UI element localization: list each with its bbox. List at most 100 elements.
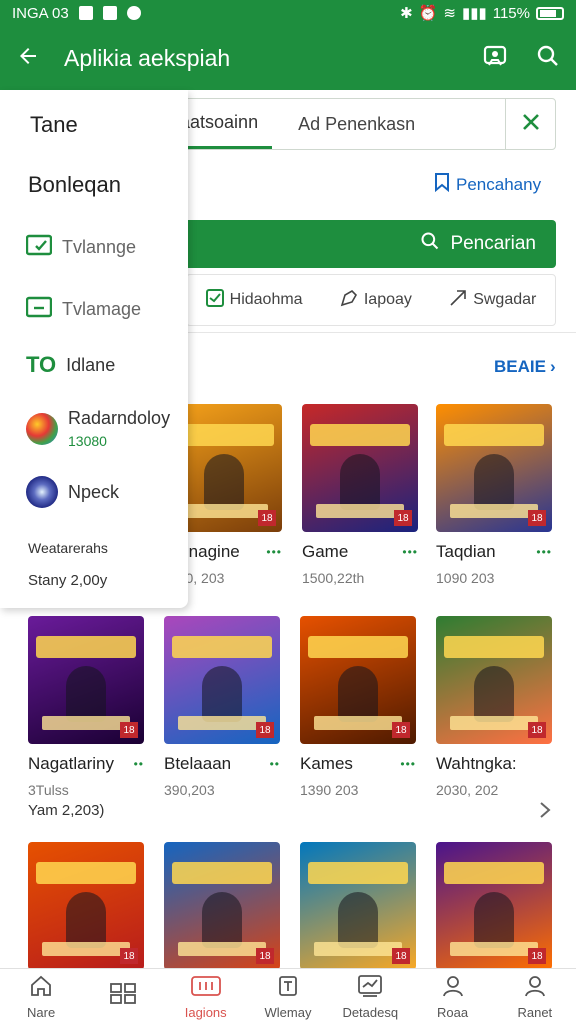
bottom-nav: Nare Iagions Wlemay Detadesq Roaa Ranet bbox=[0, 968, 576, 1024]
nav-label: Nare bbox=[27, 1004, 56, 1020]
notification-icon bbox=[78, 6, 93, 20]
game-art: 18 bbox=[436, 616, 552, 744]
filter-chip-hidaohma[interactable]: Hidaohma bbox=[205, 288, 303, 312]
age-rating: 18 bbox=[528, 948, 546, 964]
nav-label: Iagions bbox=[184, 1004, 227, 1020]
game-card[interactable]: 18 bbox=[164, 842, 280, 970]
filter-row: Hidaohma Iapoay Swgadar bbox=[186, 274, 556, 326]
drawer-item-idlane[interactable]: TO Idlane bbox=[26, 352, 115, 378]
drawer-item-radarndoloy[interactable]: Radarndoloy 13080 bbox=[26, 408, 170, 449]
age-rating: 18 bbox=[258, 510, 276, 526]
games-icon bbox=[190, 974, 222, 1001]
age-rating: 18 bbox=[120, 948, 138, 964]
age-rating: 18 bbox=[256, 722, 274, 738]
pencahany-label: Pencahany bbox=[456, 174, 542, 194]
chevron-right-icon[interactable] bbox=[538, 800, 552, 825]
search-icon bbox=[420, 231, 440, 257]
game-card[interactable]: 18 Taqdian ••• 1090 203 bbox=[436, 404, 552, 586]
game-card[interactable]: 18 Wahtngka: 2030, 202 bbox=[436, 616, 552, 798]
filter-chip-swgadar[interactable]: Swgadar bbox=[449, 289, 536, 312]
tag-icon bbox=[340, 289, 358, 312]
game-card[interactable]: 18 bbox=[436, 842, 552, 970]
side-drawer: Tane Bonleqan Tvlannge Tvlamage TO Idlan… bbox=[0, 90, 188, 608]
drawer-footer-value: Stany 2,00y bbox=[28, 572, 108, 589]
game-card[interactable]: 18 bbox=[28, 842, 144, 970]
notification-icon bbox=[102, 6, 117, 20]
window-icon bbox=[25, 296, 53, 323]
nav-item-roaa[interactable]: Roaa bbox=[411, 969, 493, 1024]
grid-icon bbox=[109, 981, 137, 1008]
chart-icon bbox=[357, 974, 383, 1001]
more-icon[interactable]: ••• bbox=[266, 545, 282, 559]
age-rating: 18 bbox=[392, 722, 410, 738]
tab-penenkasn[interactable]: Ad Penenkasn bbox=[272, 114, 441, 135]
status-time: INGA 03 bbox=[12, 4, 69, 22]
nav-item-detadesq[interactable]: Detadesq bbox=[329, 969, 411, 1024]
search-icon[interactable] bbox=[536, 44, 560, 73]
book-icon bbox=[276, 974, 300, 1001]
game-card[interactable]: 18 Kames ••• 1390 203 bbox=[300, 616, 416, 798]
game-art: 18 bbox=[436, 842, 552, 970]
more-icon[interactable]: •• bbox=[270, 757, 280, 771]
close-button[interactable] bbox=[505, 99, 555, 149]
nav-label: Detadesq bbox=[342, 1004, 399, 1020]
home-icon bbox=[29, 974, 53, 1001]
drawer-item-label: Tvlannge bbox=[62, 237, 137, 257]
nav-item-iagions-top[interactable] bbox=[82, 969, 164, 1024]
galaxy-orb-icon bbox=[26, 476, 58, 508]
pencahany-link[interactable]: Pencahany bbox=[434, 172, 541, 197]
drawer-item-label: Tvlamage bbox=[62, 299, 142, 319]
nav-label: Wlemay bbox=[264, 1004, 312, 1020]
nav-item-ranet[interactable]: Ranet bbox=[494, 969, 576, 1024]
game-name: Kames bbox=[300, 754, 353, 773]
game-meta: 2030, 202 bbox=[436, 782, 499, 798]
game-name: Nagatlariny bbox=[28, 754, 114, 773]
drawer-item-label: Idlane bbox=[66, 354, 116, 375]
game-card[interactable]: 18 Btelaaan •• 390,203 bbox=[164, 616, 280, 798]
age-rating: 18 bbox=[528, 510, 546, 526]
nav-item-iagions[interactable]: Iagions bbox=[165, 969, 247, 1024]
game-art: 18 bbox=[164, 616, 280, 744]
game-card[interactable]: 18 Game ••• 1500,22th bbox=[302, 404, 418, 586]
back-arrow-icon[interactable] bbox=[16, 44, 40, 73]
filter-label: Swgadar bbox=[473, 291, 537, 308]
filter-chip-iapoay[interactable]: Iapoay bbox=[340, 289, 412, 312]
gem-orb-icon bbox=[26, 412, 58, 445]
see-all-link[interactable]: BEAIE › bbox=[494, 357, 556, 377]
drawer-item-tvlannge[interactable]: Tvlannge bbox=[25, 234, 137, 261]
game-meta: 1090 203 bbox=[436, 570, 495, 586]
check-box-icon bbox=[205, 288, 224, 312]
more-icon[interactable]: ••• bbox=[402, 545, 418, 559]
nav-item-wlemay[interactable]: Wlemay bbox=[247, 969, 329, 1024]
game-name: Wahtngka: bbox=[436, 754, 517, 773]
drawer-item-npeck[interactable]: Npeck bbox=[26, 476, 119, 508]
page-title: Aplikia aekspiah bbox=[64, 44, 231, 71]
game-meta: 1500,22th bbox=[302, 570, 365, 586]
game-meta: 390,203 bbox=[164, 782, 215, 798]
alarm-icon: ⏰ bbox=[418, 5, 438, 22]
search-button[interactable]: Pencarian bbox=[150, 220, 556, 268]
send-icon bbox=[449, 289, 467, 312]
more-icon[interactable]: ••• bbox=[536, 545, 552, 559]
game-art: 18 bbox=[300, 616, 416, 744]
game-art: 18 bbox=[436, 404, 552, 532]
game-meta: 1390 203 bbox=[300, 782, 359, 798]
signal-icon: ▮▮▮ bbox=[461, 5, 487, 22]
game-art: 18 bbox=[28, 842, 144, 970]
game-card[interactable]: 18 Nagatlariny •• 3Tulss bbox=[28, 616, 144, 798]
drawer-item-count: 13080 bbox=[68, 433, 107, 449]
wifi-icon: ≋ bbox=[443, 5, 456, 22]
game-card[interactable]: 18 bbox=[300, 842, 416, 970]
nav-item-nare[interactable]: Nare bbox=[0, 969, 82, 1024]
more-icon[interactable]: ••• bbox=[400, 757, 416, 771]
age-rating: 18 bbox=[392, 948, 410, 964]
more-icon[interactable]: •• bbox=[134, 757, 144, 771]
age-rating: 18 bbox=[528, 722, 546, 738]
drawer-item-label: Radarndoloy bbox=[68, 408, 171, 428]
person-icon bbox=[441, 974, 465, 1001]
search-tabs: Magaatsoainn Ad Penenkasn bbox=[130, 98, 556, 150]
battery-icon bbox=[536, 6, 564, 20]
drawer-item-tvlamage[interactable]: Tvlamage bbox=[25, 296, 142, 323]
profile-switch-icon[interactable] bbox=[482, 43, 508, 74]
drawer-section-heading: Bonleqan bbox=[28, 172, 121, 197]
